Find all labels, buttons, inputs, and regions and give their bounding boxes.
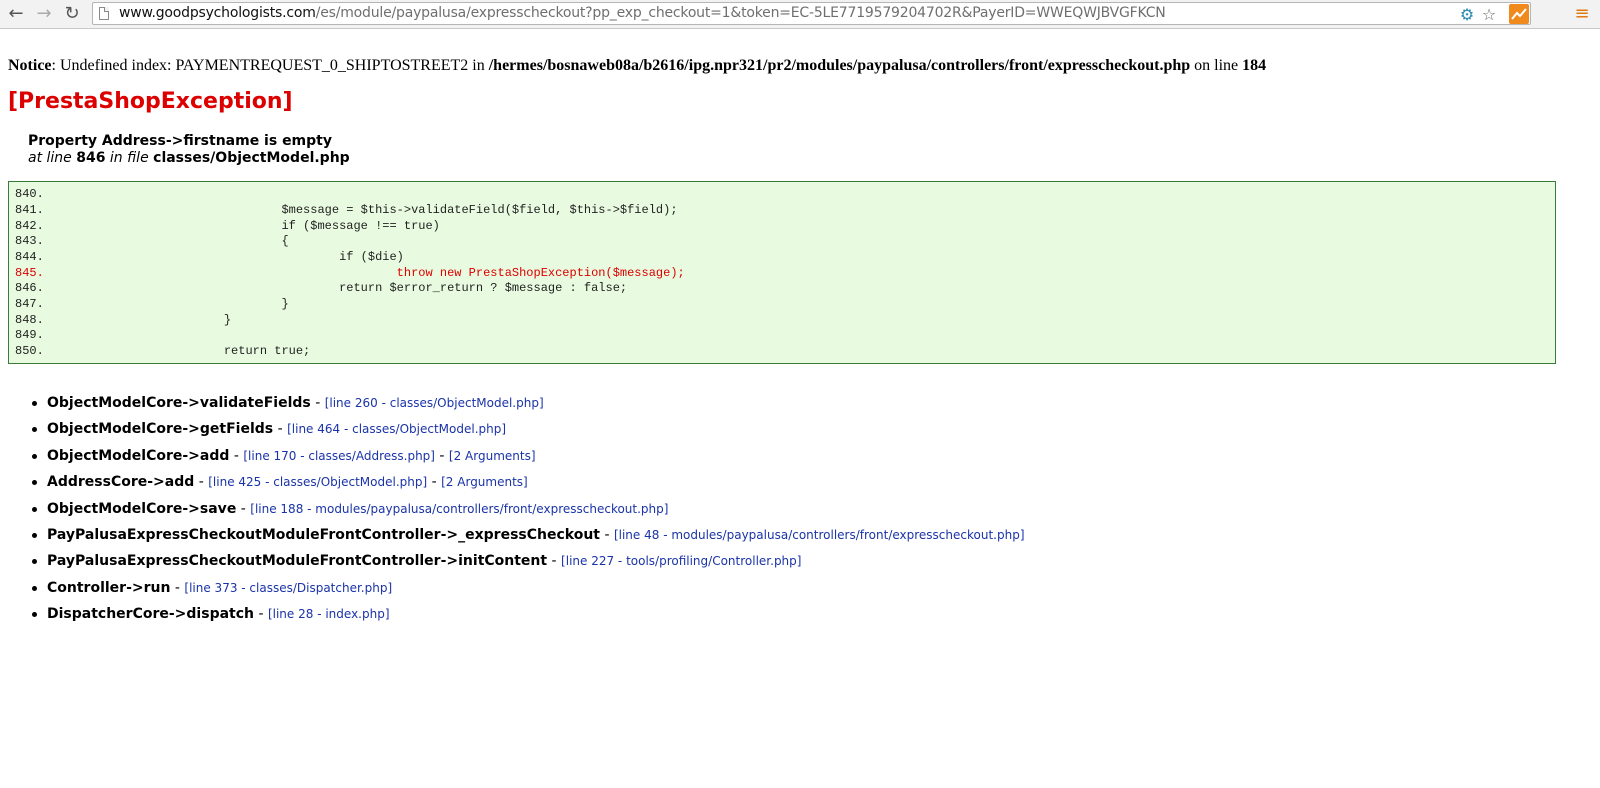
trace-file-link[interactable]: [line 28 - index.php]: [268, 607, 390, 621]
trace-file-link[interactable]: [line 188 - modules/paypalusa/controller…: [250, 502, 668, 516]
trace-file-link[interactable]: [line 425 - classes/ObjectModel.php]: [208, 475, 427, 489]
trace-item: PayPalusaExpressCheckoutModuleFrontContr…: [28, 526, 1025, 552]
trace-function: ObjectModelCore->validateFields: [47, 395, 311, 411]
exception-message: Property Address->firstname is empty: [28, 133, 332, 149]
code-line: 843. {: [15, 234, 289, 248]
notice-file: /hermes/bosnaweb08a/b2616/ipg.npr321/pr2…: [488, 57, 1191, 74]
code-line: 844. if ($die): [15, 250, 404, 264]
trace-function: DispatcherCore->dispatch: [47, 606, 254, 623]
browser-toolbar: ← → ↻ www.goodpsychologists.com/es/modul…: [0, 0, 1600, 29]
forward-icon[interactable]: →: [33, 3, 55, 25]
code-line: 850. return true;: [15, 344, 311, 358]
address-bar[interactable]: www.goodpsychologists.com/es/module/payp…: [92, 2, 1531, 25]
trace-file-link[interactable]: [line 464 - classes/ObjectModel.php]: [287, 422, 506, 436]
trace-function: ObjectModelCore->getFields: [47, 421, 274, 438]
trace-function: ObjectModelCore->save: [47, 500, 237, 517]
trace-item: PayPalusaExpressCheckoutModuleFrontContr…: [28, 552, 1025, 578]
trace-function: AddressCore->add: [47, 474, 195, 491]
trace-item: DispatcherCore->dispatch - [line 28 - in…: [28, 605, 1025, 631]
trace-file-link[interactable]: [line 48 - modules/paypalusa/controllers…: [614, 528, 1025, 542]
notice-text: : Undefined index: PAYMENTREQUEST_0_SHIP…: [51, 57, 489, 74]
trace-function: ObjectModelCore->add: [47, 447, 230, 464]
trace-item: ObjectModelCore->validateFields - [line …: [28, 394, 1025, 420]
exception-title: [PrestaShopException]: [8, 89, 293, 114]
trace-item: ObjectModelCore->add - [line 170 - class…: [28, 447, 1025, 473]
code-line: 849.: [15, 328, 109, 342]
trace-file-link[interactable]: [line 373 - classes/Dispatcher.php]: [184, 581, 392, 595]
code-excerpt: 840. 841. $message = $this->validateFiel…: [8, 181, 1556, 364]
trace-item: ObjectModelCore->save - [line 188 - modu…: [28, 500, 1025, 526]
trace-item: ObjectModelCore->getFields - [line 464 -…: [28, 420, 1025, 446]
php-notice: Notice: Undefined index: PAYMENTREQUEST_…: [8, 57, 1266, 75]
code-line: 842. if ($message !== true): [15, 218, 440, 233]
back-icon[interactable]: ←: [5, 3, 27, 25]
trace-file-link[interactable]: [line 170 - classes/Address.php]: [243, 449, 435, 463]
extension-icon[interactable]: ⚙: [1457, 4, 1477, 24]
exception-location: at line 846 in file classes/ObjectModel.…: [28, 150, 350, 166]
trace-file-link[interactable]: [line 227 - tools/profiling/Controller.p…: [561, 554, 801, 568]
chart-extension-icon[interactable]: [1509, 4, 1529, 24]
trace-function: PayPalusaExpressCheckoutModuleFrontContr…: [47, 526, 600, 543]
notice-line: 184: [1242, 57, 1267, 74]
trace-function: PayPalusaExpressCheckoutModuleFrontContr…: [47, 553, 548, 570]
at-line-label: at line: [28, 150, 77, 166]
code-line: 847. }: [15, 297, 289, 311]
menu-icon[interactable]: ≡: [1573, 5, 1591, 23]
trace-file-link[interactable]: [line 260 - classes/ObjectModel.php]: [325, 396, 544, 410]
reload-icon[interactable]: ↻: [61, 3, 83, 25]
notice-label: Notice: [8, 57, 52, 74]
notice-on-line: on line: [1190, 57, 1243, 74]
code-line: 840.: [15, 187, 109, 201]
trace-args-link[interactable]: [2 Arguments]: [449, 449, 536, 463]
star-icon[interactable]: ☆: [1479, 4, 1499, 24]
exception-file: classes/ObjectModel.php: [153, 150, 350, 166]
trace-item: AddressCore->add - [line 425 - classes/O…: [28, 473, 1025, 499]
url-host: www.goodpsychologists.com: [119, 5, 316, 21]
code-line: 841. $message = $this->validateField($fi…: [15, 203, 678, 217]
trace-item: Controller->run - [line 373 - classes/Di…: [28, 579, 1025, 605]
code-line-highlighted: 845. throw new PrestaShopException($mess…: [15, 265, 685, 280]
in-file-label: in file: [105, 150, 154, 166]
exception-line: 846: [76, 150, 106, 166]
code-line: 848. }: [15, 312, 232, 327]
url-text[interactable]: www.goodpsychologists.com/es/module/payp…: [119, 5, 1166, 21]
trace-function: Controller->run: [47, 579, 171, 596]
url-path: /es/module/paypalusa/expresscheckout?pp_…: [315, 5, 1166, 21]
stack-trace: ObjectModelCore->validateFields - [line …: [28, 394, 1025, 632]
trace-args-link[interactable]: [2 Arguments]: [441, 475, 528, 489]
page-icon: [99, 7, 109, 20]
code-line: 846. return $error_return ? $message : f…: [15, 281, 628, 295]
